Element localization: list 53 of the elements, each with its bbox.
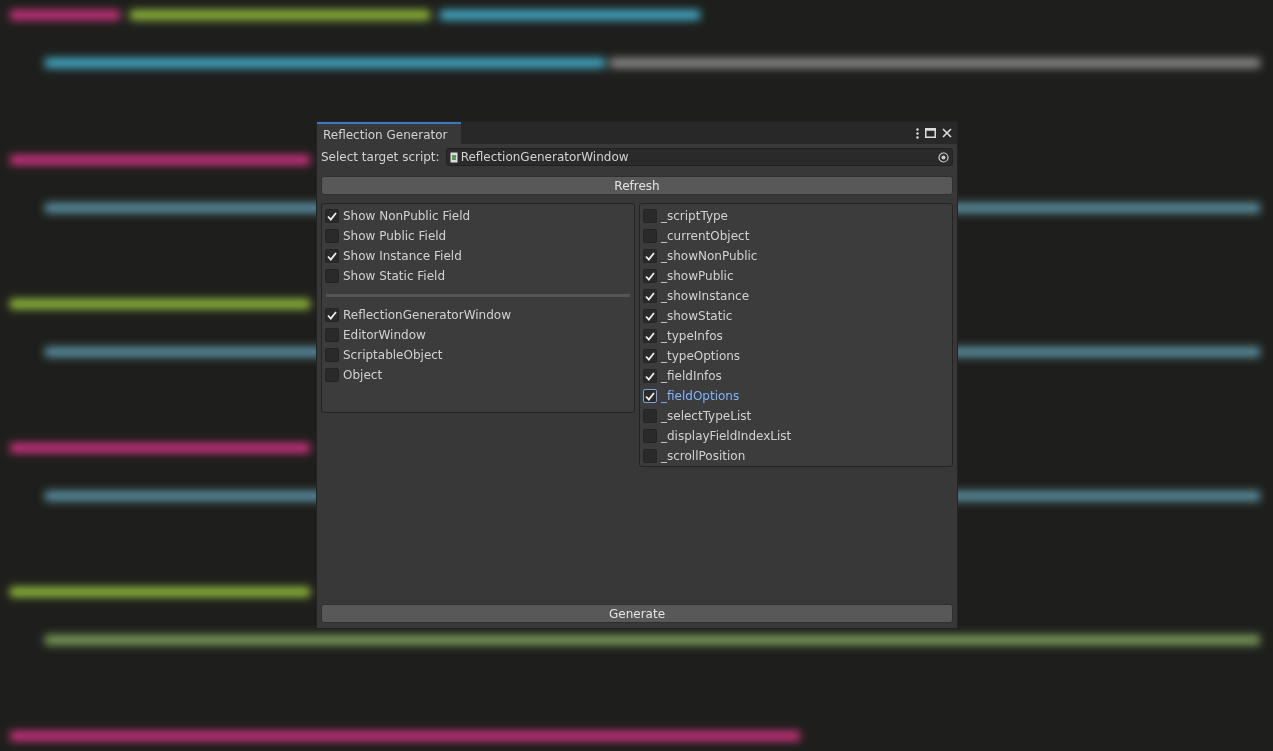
checkbox-label: _selectTypeList (661, 408, 752, 425)
window-tab[interactable]: Reflection Generator (317, 122, 462, 144)
checkbox[interactable] (325, 269, 339, 283)
checkbox[interactable] (325, 308, 339, 322)
checkbox[interactable] (643, 449, 657, 463)
checkbox[interactable] (643, 389, 657, 403)
checkbox[interactable] (643, 249, 657, 263)
checkbox[interactable] (643, 329, 657, 343)
checkbox-label: Show Static Field (343, 268, 446, 285)
checkbox[interactable] (643, 209, 657, 223)
field-value: ReflectionGeneratorWindow (460, 149, 629, 166)
refresh-button[interactable]: Refresh (321, 176, 953, 195)
maximize-icon[interactable] (925, 128, 936, 138)
checkbox[interactable] (643, 409, 657, 423)
checkbox-label: _typeInfos (661, 328, 723, 345)
checkbox-label: _showInstance (661, 288, 750, 305)
checkbox-label: Show Public Field (343, 228, 447, 245)
checkbox[interactable] (643, 369, 657, 383)
checkbox-label: _showNonPublic (661, 248, 758, 265)
checkbox[interactable] (643, 289, 657, 303)
checkbox[interactable] (325, 328, 339, 342)
checkbox[interactable] (643, 429, 657, 443)
checkbox-label: EditorWindow (343, 327, 426, 344)
checkbox-label: _scrollPosition (661, 448, 746, 465)
checkbox-label: ReflectionGeneratorWindow (343, 307, 511, 324)
checkbox-label: _fieldOptions (661, 388, 740, 405)
checkbox-label: _fieldInfos (661, 368, 722, 385)
checkbox-label: Object (343, 367, 383, 384)
close-icon[interactable] (942, 128, 952, 138)
checkbox[interactable] (325, 249, 339, 263)
checkbox[interactable] (325, 229, 339, 243)
target-icon[interactable] (938, 151, 949, 163)
checkbox[interactable] (643, 269, 657, 283)
script-icon (449, 151, 458, 163)
checkbox[interactable] (325, 348, 339, 362)
checkbox-label: ScriptableObject (343, 347, 443, 364)
checkbox-label: _currentObject (661, 228, 750, 245)
checkbox-label: _displayFieldIndexList (661, 428, 792, 445)
checkbox-label: _typeOptions (661, 348, 741, 365)
more-icon[interactable] (916, 127, 919, 139)
object-field[interactable]: ReflectionGeneratorWindow (445, 148, 953, 166)
generate-button[interactable]: Generate (321, 604, 953, 623)
checkbox[interactable] (643, 229, 657, 243)
checkbox[interactable] (325, 368, 339, 382)
checkbox-label: Show NonPublic Field (343, 208, 471, 225)
field-label: Select target script: (321, 149, 440, 166)
checkbox-label: _showPublic (661, 268, 734, 285)
checkbox-label: Show Instance Field (343, 248, 462, 265)
checkbox[interactable] (325, 209, 339, 223)
checkbox-label: _scriptType (661, 208, 728, 225)
checkbox-label: _showStatic (661, 308, 733, 325)
checkbox[interactable] (643, 349, 657, 363)
checkbox[interactable] (643, 309, 657, 323)
